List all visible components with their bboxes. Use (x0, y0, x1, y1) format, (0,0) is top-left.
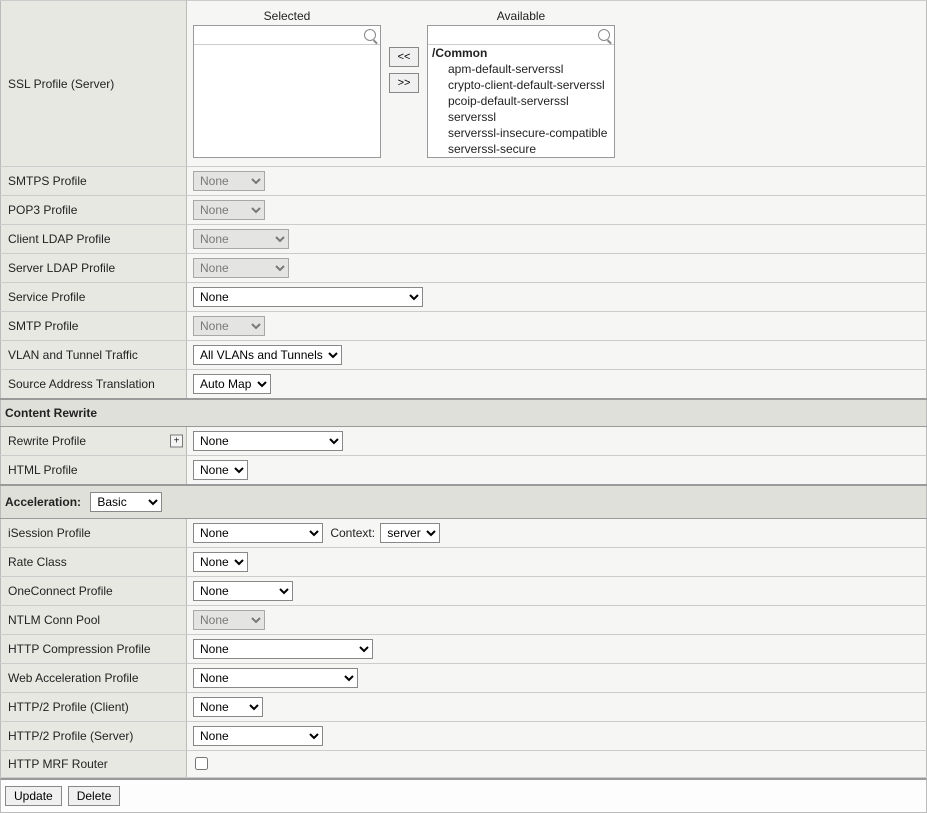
row-http-compression-profile: HTTP Compression Profile None (1, 635, 927, 664)
vlan-tunnel-traffic-select[interactable]: All VLANs and Tunnels (193, 345, 342, 365)
isession-context-label: Context: (330, 526, 375, 540)
section-acceleration: Acceleration: Basic (1, 485, 927, 519)
row-http2-profile-server: HTTP/2 Profile (Server) None (1, 722, 927, 751)
row-server-ldap-profile: Server LDAP Profile None (1, 254, 927, 283)
http-compression-profile-select[interactable]: None (193, 639, 373, 659)
selected-title: Selected (264, 9, 311, 23)
row-rate-class: Rate Class None (1, 548, 927, 577)
row-rewrite-profile: Rewrite Profile + None (1, 427, 927, 456)
acceleration-title: Acceleration: (5, 495, 81, 509)
isession-profile-select[interactable]: None (193, 523, 323, 543)
http2-profile-server-label: HTTP/2 Profile (Server) (1, 722, 187, 751)
pop3-profile-select: None (193, 200, 265, 220)
available-item[interactable]: serverssl-secure (428, 141, 614, 157)
config-table: SSL Profile (Server) Selected << >> Avai… (0, 0, 927, 778)
rewrite-profile-label: Rewrite Profile + (1, 427, 187, 456)
row-smtp-profile: SMTP Profile None (1, 312, 927, 341)
html-profile-label: HTML Profile (1, 456, 187, 486)
row-source-address-translation: Source Address Translation Auto Map (1, 370, 927, 400)
update-button[interactable]: Update (5, 786, 62, 806)
http-compression-profile-label: HTTP Compression Profile (1, 635, 187, 664)
ntlm-conn-pool-select: None (193, 610, 265, 630)
oneconnect-profile-select[interactable]: None (193, 581, 293, 601)
available-search-input[interactable] (428, 26, 614, 45)
content-rewrite-title: Content Rewrite (1, 399, 927, 427)
source-address-translation-select[interactable]: Auto Map (193, 374, 271, 394)
footer-bar: Update Delete (0, 778, 927, 813)
row-web-acceleration-profile: Web Acceleration Profile None (1, 664, 927, 693)
source-address-translation-label: Source Address Translation (1, 370, 187, 400)
isession-profile-label: iSession Profile (1, 519, 187, 548)
service-profile-label: Service Profile (1, 283, 187, 312)
row-client-ldap-profile: Client LDAP Profile None (1, 225, 927, 254)
available-title: Available (497, 9, 545, 23)
http2-profile-server-select[interactable]: None (193, 726, 323, 746)
client-ldap-profile-select: None (193, 229, 289, 249)
client-ldap-profile-label: Client LDAP Profile (1, 225, 187, 254)
section-content-rewrite: Content Rewrite (1, 399, 927, 427)
available-item[interactable]: apm-default-serverssl (428, 61, 614, 77)
rate-class-select[interactable]: None (193, 552, 248, 572)
available-group: /Common (428, 45, 614, 61)
http-mrf-router-label: HTTP MRF Router (1, 751, 187, 778)
ssl-selected-column: Selected (193, 9, 381, 158)
available-listbox[interactable]: /Commonapm-default-serversslcrypto-clien… (428, 45, 614, 157)
server-ldap-profile-select: None (193, 258, 289, 278)
pop3-profile-label: POP3 Profile (1, 196, 187, 225)
html-profile-select[interactable]: None (193, 460, 248, 480)
acceleration-mode-select[interactable]: Basic (90, 492, 162, 512)
service-profile-select[interactable]: None (193, 287, 423, 307)
row-ssl-profile-server: SSL Profile (Server) Selected << >> Avai… (1, 1, 927, 167)
row-isession-profile: iSession Profile None Context: server (1, 519, 927, 548)
row-vlan-tunnel-traffic: VLAN and Tunnel Traffic All VLANs and Tu… (1, 341, 927, 370)
isession-context-select[interactable]: server (380, 523, 440, 543)
row-oneconnect-profile: OneConnect Profile None (1, 577, 927, 606)
selected-listbox[interactable] (194, 45, 380, 157)
available-item[interactable]: crypto-client-default-serverssl (428, 77, 614, 93)
http-mrf-router-checkbox[interactable] (195, 757, 208, 770)
rate-class-label: Rate Class (1, 548, 187, 577)
selected-search-input[interactable] (194, 26, 380, 45)
server-ldap-profile-label: Server LDAP Profile (1, 254, 187, 283)
available-item[interactable]: serverssl (428, 109, 614, 125)
vlan-tunnel-traffic-label: VLAN and Tunnel Traffic (1, 341, 187, 370)
web-acceleration-profile-select[interactable]: None (193, 668, 358, 688)
smtps-profile-select: None (193, 171, 265, 191)
smtp-profile-select: None (193, 316, 265, 336)
ssl-dual-list: Selected << >> Available (193, 5, 920, 162)
http2-profile-client-label: HTTP/2 Profile (Client) (1, 693, 187, 722)
row-ntlm-conn-pool: NTLM Conn Pool None (1, 606, 927, 635)
smtps-profile-label: SMTPS Profile (1, 167, 187, 196)
ntlm-conn-pool-label: NTLM Conn Pool (1, 606, 187, 635)
row-smtps-profile: SMTPS Profile None (1, 167, 927, 196)
rewrite-profile-select[interactable]: None (193, 431, 343, 451)
row-http2-profile-client: HTTP/2 Profile (Client) None (1, 693, 927, 722)
http2-profile-client-select[interactable]: None (193, 697, 263, 717)
smtp-profile-label: SMTP Profile (1, 312, 187, 341)
move-right-button[interactable]: >> (389, 73, 419, 93)
available-item[interactable]: pcoip-default-serverssl (428, 93, 614, 109)
web-acceleration-profile-label: Web Acceleration Profile (1, 664, 187, 693)
row-service-profile: Service Profile None (1, 283, 927, 312)
row-html-profile: HTML Profile None (1, 456, 927, 486)
oneconnect-profile-label: OneConnect Profile (1, 577, 187, 606)
delete-button[interactable]: Delete (68, 786, 121, 806)
ssl-profile-server-label: SSL Profile (Server) (1, 1, 187, 167)
row-http-mrf-router: HTTP MRF Router (1, 751, 927, 778)
row-pop3-profile: POP3 Profile None (1, 196, 927, 225)
available-item[interactable]: serverssl-insecure-compatible (428, 125, 614, 141)
move-buttons: << >> (389, 47, 419, 93)
move-left-button[interactable]: << (389, 47, 419, 67)
rewrite-profile-add-icon[interactable]: + (170, 435, 183, 448)
ssl-available-column: Available /Commonapm-default-serversslcr… (427, 9, 615, 158)
